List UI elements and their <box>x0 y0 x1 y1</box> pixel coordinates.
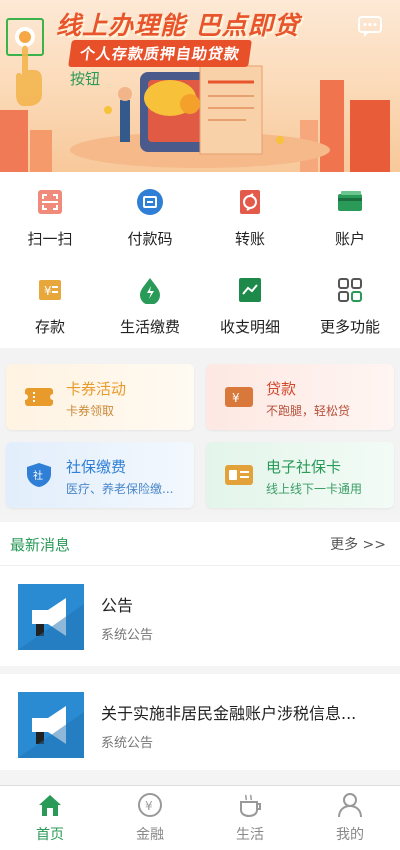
grid-item-label: 存款 <box>34 318 65 336</box>
grid-item-account[interactable]: 账户 <box>300 172 400 260</box>
banner-subtitle: 个人存款质押自助贷款 <box>68 40 252 67</box>
bottom-tab-bar: 首页 ¥ 金融 生活 我的 <box>0 785 400 850</box>
svg-text:社: 社 <box>33 469 43 482</box>
life-cup-icon <box>240 794 261 818</box>
deposit-icon: ¥ <box>39 280 61 300</box>
svg-text:¥: ¥ <box>232 391 240 405</box>
tab-label: 金融 <box>136 827 164 843</box>
banner-title: 线上办理能 巴点即贷 <box>56 11 300 40</box>
more-grid-icon <box>338 278 362 302</box>
grid-item-deposit[interactable]: ¥ 存款 <box>0 260 100 348</box>
tab-mine[interactable]: 我的 <box>300 786 400 850</box>
grid-item-scan[interactable]: 扫一扫 <box>0 172 100 260</box>
life-payment-icon <box>140 278 160 304</box>
card-social-insurance[interactable]: 社 社保缴费 医疗、养老保险缴... <box>6 442 194 508</box>
grid-item-label: 更多功能 <box>319 318 380 336</box>
megaphone-icon <box>18 584 84 650</box>
grid-item-payment-code[interactable]: 付款码 <box>100 172 200 260</box>
svg-text:¥: ¥ <box>44 284 52 298</box>
card-title: 社保缴费 <box>66 458 127 476</box>
loan-icon: ¥ <box>225 387 253 407</box>
grid-item-statement[interactable]: 收支明细 <box>200 260 300 348</box>
promo-banner[interactable]: 线上办理能 巴点即贷 个人存款质押自助贷款 按钮 <box>0 0 400 172</box>
account-card-icon <box>338 191 362 211</box>
payment-code-icon <box>137 189 163 215</box>
latest-news-section: 最新消息 更多 >> 公告 系统公告 关于实施非居民金融账户涉税信息... 系统… <box>0 522 400 770</box>
card-title: 卡券活动 <box>66 380 127 398</box>
grid-item-transfer[interactable]: 转账 <box>200 172 300 260</box>
news-item[interactable]: 关于实施非居民金融账户涉税信息... 系统公告 <box>0 674 400 774</box>
transfer-icon <box>240 190 260 214</box>
card-coupon-activity[interactable]: 卡券活动 卡券领取 <box>6 364 194 430</box>
tab-label: 首页 <box>36 827 64 843</box>
news-source: 系统公告 <box>101 736 154 751</box>
quick-function-grid: 扫一扫 付款码 转账 账户 ¥ 存款 生活缴费 收支明细 更多功能 <box>0 172 400 348</box>
id-card-icon <box>225 465 253 485</box>
news-header-title: 最新消息 <box>10 536 71 554</box>
home-icon <box>39 795 61 816</box>
coupon-icon <box>24 388 54 406</box>
news-more-link[interactable]: 更多 >> <box>330 534 386 554</box>
grid-item-label: 收支明细 <box>219 318 280 336</box>
news-title: 关于实施非居民金融账户涉税信息... <box>101 704 357 723</box>
pointing-hand-icon <box>16 45 42 106</box>
tab-life[interactable]: 生活 <box>200 786 300 850</box>
news-source: 系统公告 <box>101 628 154 643</box>
grid-item-label: 付款码 <box>127 230 173 248</box>
scan-icon <box>38 190 62 214</box>
card-e-social-card[interactable]: 电子社保卡 线上线下一卡通用 <box>206 442 394 508</box>
tab-label: 我的 <box>336 827 364 843</box>
profile-icon <box>338 793 362 818</box>
card-loan[interactable]: ¥ 贷款 不跑腿，轻松贷 <box>206 364 394 430</box>
grid-item-label: 账户 <box>334 230 365 248</box>
tab-home[interactable]: 首页 <box>0 786 100 850</box>
news-header: 最新消息 更多 >> <box>0 522 400 566</box>
tab-finance[interactable]: ¥ 金融 <box>100 786 200 850</box>
news-title: 公告 <box>101 596 134 615</box>
card-subtitle: 医疗、养老保险缴... <box>66 482 174 496</box>
card-subtitle: 线上线下一卡通用 <box>266 482 363 496</box>
service-cards: 卡券活动 卡券领取 ¥ 贷款 不跑腿，轻松贷 社 社保缴费 医疗、养老保险缴..… <box>0 348 400 516</box>
svg-text:¥: ¥ <box>145 799 153 813</box>
megaphone-icon <box>18 692 84 758</box>
grid-item-more[interactable]: 更多功能 <box>300 260 400 348</box>
grid-item-life-payment[interactable]: 生活缴费 <box>100 260 200 348</box>
message-icon[interactable] <box>358 16 382 38</box>
card-title: 电子社保卡 <box>266 458 342 476</box>
statement-icon <box>239 278 261 302</box>
grid-item-label: 转账 <box>234 230 265 248</box>
card-title: 贷款 <box>266 380 297 398</box>
card-subtitle: 不跑腿，轻松贷 <box>266 404 351 418</box>
finance-icon: ¥ <box>138 793 162 817</box>
shield-icon: 社 <box>27 463 51 487</box>
card-subtitle: 卡券领取 <box>66 404 115 418</box>
tab-label: 生活 <box>236 827 264 843</box>
grid-item-label: 扫一扫 <box>27 230 73 248</box>
banner-hint-label: 按钮 <box>70 70 101 88</box>
news-item[interactable]: 公告 系统公告 <box>0 566 400 674</box>
grid-item-label: 生活缴费 <box>119 318 180 336</box>
